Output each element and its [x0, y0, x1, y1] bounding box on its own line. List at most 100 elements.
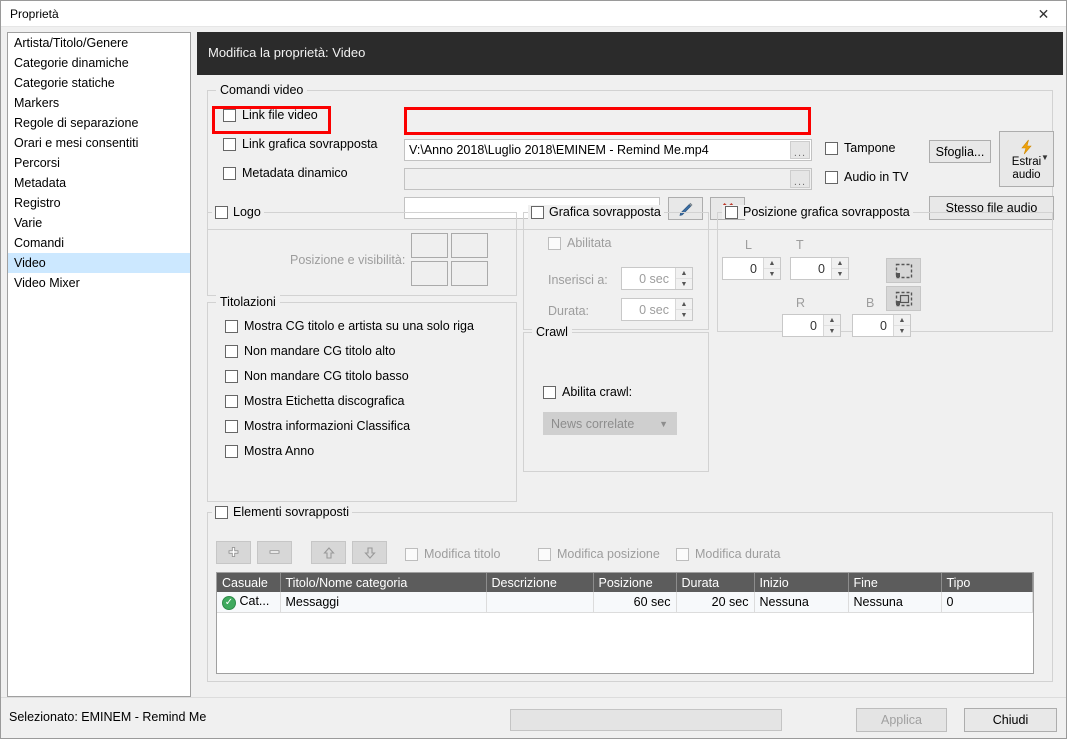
- video-path-browse-icon[interactable]: ...: [790, 141, 810, 159]
- spin-down-icon[interactable]: ▼: [824, 326, 840, 336]
- tampone-checkbox-row[interactable]: Tampone: [825, 141, 895, 155]
- edit-position-row[interactable]: Modifica posizione: [538, 547, 660, 561]
- sidebar-item-metadata[interactable]: Metadata: [8, 173, 190, 193]
- overlay-graphic-enabled-checkbox[interactable]: [548, 236, 561, 250]
- chevron-down-icon[interactable]: ▼: [1041, 153, 1049, 162]
- col-titolo[interactable]: Titolo/Nome categoria: [280, 573, 487, 592]
- no-cg-title-high-row[interactable]: Non mandare CG titolo alto: [225, 344, 395, 358]
- spin-down-icon[interactable]: ▼: [894, 326, 910, 336]
- edit-title-row[interactable]: Modifica titolo: [405, 547, 500, 561]
- dynamic-metadata-checkbox[interactable]: [223, 166, 236, 180]
- overlay-items-group-label-row[interactable]: Elementi sovrapposti: [212, 505, 353, 519]
- col-posizione[interactable]: Posizione: [593, 573, 677, 592]
- sidebar-item-video[interactable]: Video: [8, 253, 190, 273]
- audio-in-tv-checkbox[interactable]: [825, 170, 838, 184]
- audio-in-tv-checkbox-row[interactable]: Audio in TV: [825, 170, 908, 184]
- no-cg-title-low-checkbox[interactable]: [225, 369, 238, 383]
- edit-position-checkbox[interactable]: [538, 547, 551, 561]
- edit-duration-row[interactable]: Modifica durata: [676, 547, 780, 561]
- show-chart-info-row[interactable]: Mostra informazioni Classifica: [225, 419, 410, 433]
- spin-up-icon[interactable]: ▲: [894, 315, 910, 326]
- category-list[interactable]: Artista/Titolo/Genere Categorie dinamich…: [7, 32, 191, 697]
- overlay-position-checkbox[interactable]: [725, 205, 738, 219]
- sidebar-item-artista[interactable]: Artista/Titolo/Genere: [8, 33, 190, 53]
- sidebar-item-regole-separazione[interactable]: Regole di separazione: [8, 113, 190, 133]
- duration-spinner[interactable]: 0 sec ▲ ▼: [621, 298, 693, 321]
- sidebar-item-video-mixer[interactable]: Video Mixer: [8, 273, 190, 293]
- show-cg-title-artist-one-line-checkbox[interactable]: [225, 319, 238, 333]
- overlay-graphic-enabled-row[interactable]: Abilitata: [548, 236, 611, 250]
- spin-down-icon[interactable]: ▼: [676, 279, 692, 289]
- sidebar-item-varie[interactable]: Varie: [8, 213, 190, 233]
- close-icon[interactable]: ✕: [1021, 1, 1066, 26]
- overlay-items-table[interactable]: Casuale Titolo/Nome categoria Descrizion…: [216, 572, 1034, 674]
- sidebar-item-comandi[interactable]: Comandi: [8, 233, 190, 253]
- show-record-label-row[interactable]: Mostra Etichetta discografica: [225, 394, 405, 408]
- bottom-coord-spinner[interactable]: 0 ▲ ▼: [852, 314, 911, 337]
- sidebar-item-registro[interactable]: Registro: [8, 193, 190, 213]
- col-casuale[interactable]: Casuale: [217, 573, 281, 592]
- overlay-path-input[interactable]: ...: [404, 168, 812, 190]
- add-item-button[interactable]: [216, 541, 251, 564]
- edit-title-checkbox[interactable]: [405, 547, 418, 561]
- edit-duration-checkbox[interactable]: [676, 547, 689, 561]
- spin-down-icon[interactable]: ▼: [832, 269, 848, 279]
- sidebar-item-categorie-statiche[interactable]: Categorie statiche: [8, 73, 190, 93]
- link-video-file-checkbox-row[interactable]: Link file video: [223, 108, 318, 122]
- logo-pos-top-right[interactable]: [451, 233, 488, 258]
- col-tipo[interactable]: Tipo: [941, 573, 1033, 592]
- link-overlay-graphic-checkbox[interactable]: [223, 137, 236, 151]
- spin-down-icon[interactable]: ▼: [676, 310, 692, 320]
- col-inizio[interactable]: Inizio: [754, 573, 849, 592]
- overlay-path-browse-icon[interactable]: ...: [790, 170, 810, 188]
- move-down-button[interactable]: [352, 541, 387, 564]
- logo-pos-top-left[interactable]: [411, 233, 448, 258]
- close-button[interactable]: Chiudi: [964, 708, 1057, 732]
- apply-button[interactable]: Applica: [856, 708, 947, 732]
- spin-up-icon[interactable]: ▲: [824, 315, 840, 326]
- insert-at-spinner[interactable]: 0 sec ▲ ▼: [621, 267, 693, 290]
- sidebar-item-percorsi[interactable]: Percorsi: [8, 153, 190, 173]
- show-chart-info-checkbox[interactable]: [225, 419, 238, 433]
- enable-crawl-checkbox[interactable]: [543, 385, 556, 399]
- overlay-graphic-group-label-row[interactable]: Grafica sovrapposta: [528, 205, 664, 219]
- col-durata[interactable]: Durata: [676, 573, 755, 592]
- right-coord-arrows[interactable]: ▲ ▼: [823, 315, 840, 336]
- move-up-button[interactable]: [311, 541, 346, 564]
- top-coord-arrows[interactable]: ▲ ▼: [831, 258, 848, 279]
- table-row[interactable]: ✓ Cat... Messaggi 60 sec 20 sec Nessuna …: [217, 592, 1033, 613]
- enable-crawl-row[interactable]: Abilita crawl:: [543, 385, 632, 399]
- fit-image-region-button[interactable]: [886, 286, 921, 311]
- link-overlay-graphic-checkbox-row[interactable]: Link grafica sovrapposta: [223, 137, 378, 151]
- right-coord-spinner[interactable]: 0 ▲ ▼: [782, 314, 841, 337]
- left-coord-arrows[interactable]: ▲ ▼: [763, 258, 780, 279]
- sidebar-item-markers[interactable]: Markers: [8, 93, 190, 113]
- logo-pos-bottom-left[interactable]: [411, 261, 448, 286]
- remove-item-button[interactable]: [257, 541, 292, 564]
- no-cg-title-low-row[interactable]: Non mandare CG titolo basso: [225, 369, 409, 383]
- link-video-file-checkbox[interactable]: [223, 108, 236, 122]
- crawl-source-dropdown[interactable]: News correlate ▼: [543, 412, 677, 435]
- top-coord-spinner[interactable]: 0 ▲ ▼: [790, 257, 849, 280]
- spin-up-icon[interactable]: ▲: [676, 299, 692, 310]
- overlay-position-group-label-row[interactable]: Posizione grafica sovrapposta: [722, 205, 913, 219]
- spin-up-icon[interactable]: ▲: [764, 258, 780, 269]
- logo-group-label-row[interactable]: Logo: [212, 205, 264, 219]
- select-region-button[interactable]: [886, 258, 921, 283]
- browse-button[interactable]: Sfoglia...: [929, 140, 991, 163]
- logo-checkbox[interactable]: [215, 205, 228, 219]
- sidebar-item-categorie-dinamiche[interactable]: Categorie dinamiche: [8, 53, 190, 73]
- col-descrizione[interactable]: Descrizione: [486, 573, 594, 592]
- tampone-checkbox[interactable]: [825, 141, 838, 155]
- logo-pos-bottom-right[interactable]: [451, 261, 488, 286]
- dynamic-metadata-checkbox-row[interactable]: Metadata dinamico: [223, 166, 348, 180]
- show-year-checkbox[interactable]: [225, 444, 238, 458]
- col-fine[interactable]: Fine: [848, 573, 942, 592]
- sidebar-item-orari-mesi[interactable]: Orari e mesi consentiti: [8, 133, 190, 153]
- spin-up-icon[interactable]: ▲: [676, 268, 692, 279]
- spin-down-icon[interactable]: ▼: [764, 269, 780, 279]
- chevron-down-icon[interactable]: ▼: [659, 419, 668, 429]
- left-coord-spinner[interactable]: 0 ▲ ▼: [722, 257, 781, 280]
- show-cg-title-artist-one-line-row[interactable]: Mostra CG titolo e artista su una solo r…: [225, 319, 474, 333]
- spin-up-icon[interactable]: ▲: [832, 258, 848, 269]
